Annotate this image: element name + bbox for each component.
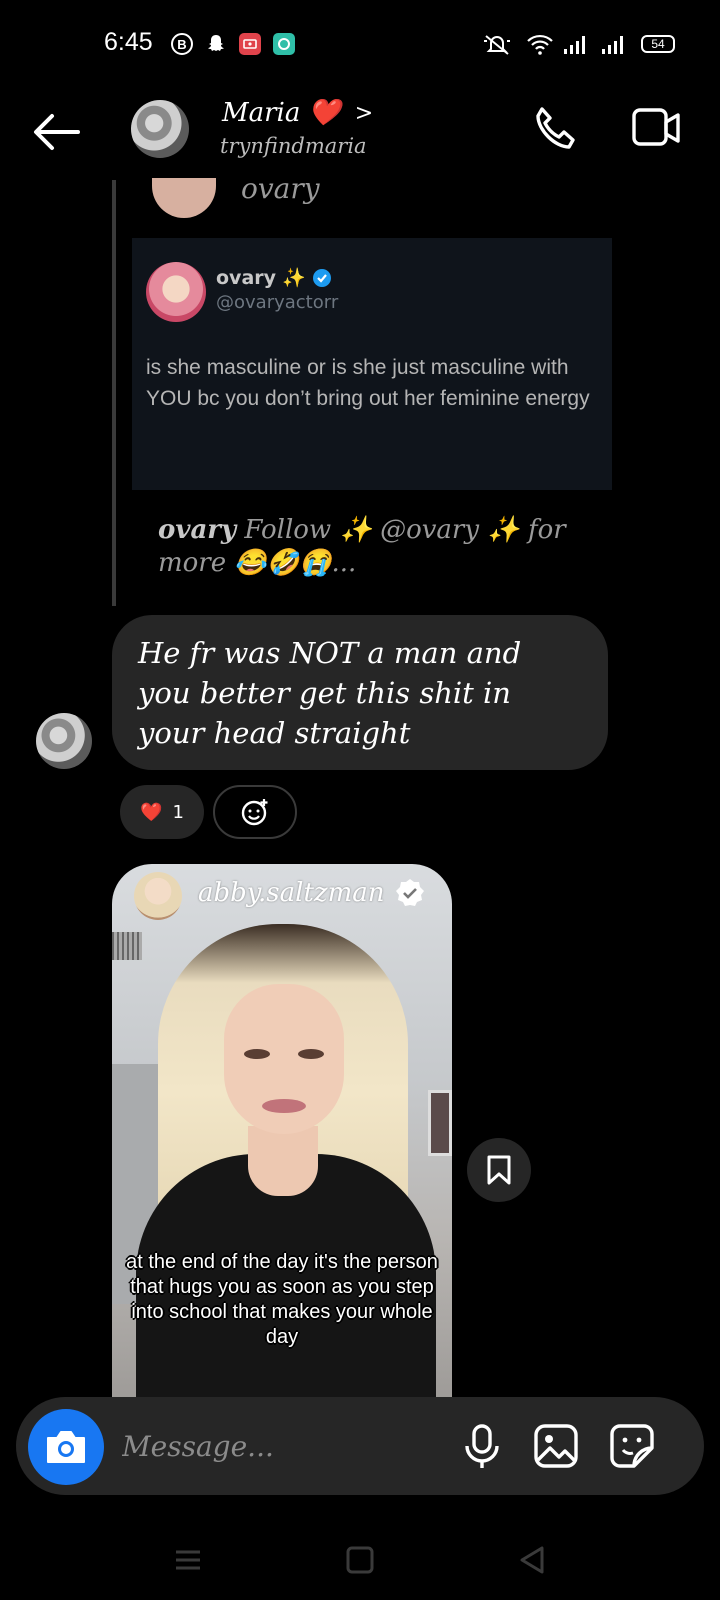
post-author-name: ovary	[241, 172, 320, 205]
mute-icon	[484, 35, 510, 55]
sparkle-emoji: ✨	[282, 267, 306, 289]
reel-username: abby.saltzman	[198, 878, 385, 908]
reaction-pill[interactable]: ❤️ 1	[120, 785, 204, 839]
reel-background-vent	[112, 932, 142, 960]
snapchat-icon	[208, 35, 224, 51]
screen-record-icon	[239, 33, 261, 55]
post-author-avatar	[152, 178, 216, 218]
contact-name[interactable]: Maria ❤️ >	[222, 98, 373, 128]
reel-person-neck	[248, 1126, 318, 1196]
tweet-author-name: ovary	[216, 266, 277, 289]
caption-user: ovary	[158, 515, 237, 545]
tweet-handle: @ovaryactorr	[216, 292, 339, 313]
chat-header: Maria ❤️ > trynfindmaria	[0, 90, 720, 180]
reel-author[interactable]: abby.saltzman	[198, 878, 425, 908]
reel-author-avatar[interactable]	[134, 872, 182, 920]
reel-subtitle: at the end of the day it's the person th…	[126, 1251, 438, 1348]
heart-reaction-emoji: ❤️	[140, 801, 163, 823]
back-arrow-icon[interactable]	[30, 110, 82, 154]
reel-person-lips	[262, 1099, 306, 1113]
app-icon	[273, 33, 295, 55]
menu-icon[interactable]	[168, 1540, 208, 1580]
message-input[interactable]	[122, 1421, 442, 1471]
shared-reel[interactable]: abby.saltzman at the end of the day it's…	[112, 864, 452, 1400]
avatar[interactable]	[131, 100, 189, 158]
verified-badge-icon	[312, 268, 331, 287]
video-call-icon[interactable]	[632, 106, 682, 150]
sticker-icon[interactable]	[608, 1422, 656, 1470]
reel-person-eye	[244, 1049, 270, 1059]
reel-background-frame	[428, 1090, 452, 1156]
bookmark-icon	[487, 1155, 511, 1185]
contact-name-text: Maria	[222, 98, 301, 128]
avatar[interactable]	[36, 713, 92, 769]
svg-text:B: B	[177, 37, 186, 52]
message-text: He fr was NOT a man and you better get t…	[138, 636, 522, 750]
status-bar: 6:45 B 54	[0, 0, 720, 90]
reel-person-eye	[298, 1049, 324, 1059]
heart-emoji: ❤️	[308, 98, 341, 128]
reply-quote-line	[112, 180, 116, 606]
reaction-count: 1	[172, 801, 184, 823]
signal-icon	[602, 36, 623, 54]
phone-call-icon[interactable]	[530, 104, 580, 154]
camera-button[interactable]	[28, 1409, 104, 1485]
home-square-icon[interactable]	[340, 1540, 380, 1580]
post-caption: ovary Follow ✨ @ovary ✨ for more 😂🤣😭...	[158, 514, 578, 580]
contact-username[interactable]: trynfindmaria	[220, 134, 367, 158]
shared-post-tweet[interactable]: ovary ✨ @ovaryactorr is she masculine or…	[132, 238, 612, 490]
tweet-avatar	[146, 262, 206, 322]
microphone-icon[interactable]	[458, 1422, 506, 1470]
tweet-text: is she masculine or is she just masculin…	[146, 356, 590, 410]
gallery-icon[interactable]	[532, 1422, 580, 1470]
verified-badge-icon	[395, 879, 424, 906]
back-triangle-icon[interactable]	[512, 1540, 552, 1580]
chevron-right-icon: >	[354, 100, 374, 126]
signal-icon	[564, 36, 585, 54]
add-reaction-button[interactable]	[213, 785, 297, 839]
emoji-add-icon	[241, 799, 268, 826]
system-navigation-bar	[0, 1520, 720, 1600]
battery-indicator: 54	[641, 35, 675, 53]
save-button[interactable]	[467, 1138, 531, 1202]
message-composer	[16, 1397, 704, 1495]
b-circle-icon: B	[171, 33, 193, 55]
tweet-author: ovary ✨	[216, 266, 332, 289]
status-time: 6:45	[104, 28, 153, 56]
camera-icon	[47, 1431, 85, 1463]
message-bubble[interactable]: He fr was NOT a man and you better get t…	[112, 615, 608, 770]
wifi-icon	[527, 34, 553, 55]
